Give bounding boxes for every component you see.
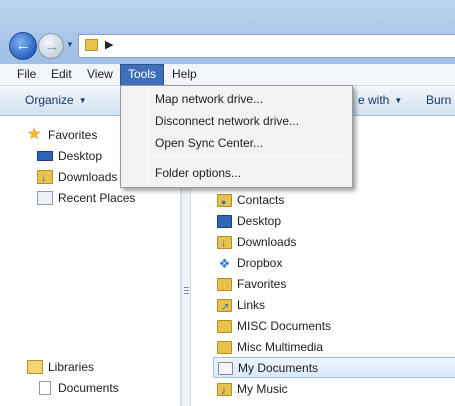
downloads-folder-icon bbox=[37, 168, 53, 188]
menu-item-open-sync-center[interactable]: Open Sync Center... bbox=[123, 132, 350, 154]
list-item-downloads[interactable]: Downloads bbox=[213, 232, 455, 254]
menu-item-label: Disconnect network drive... bbox=[155, 114, 300, 128]
menu-item-label: Folder options... bbox=[155, 166, 242, 180]
forward-button[interactable]: → bbox=[38, 33, 64, 59]
chevron-down-icon: ▼ bbox=[78, 96, 87, 105]
recent-places-icon bbox=[37, 191, 53, 205]
forward-arrow-icon: → bbox=[44, 38, 60, 55]
breadcrumb-chevron-icon[interactable]: ▶ bbox=[105, 38, 113, 51]
folder-icon bbox=[217, 320, 232, 333]
back-arrow-icon: ← bbox=[15, 37, 31, 54]
item-label: My Music bbox=[237, 382, 288, 396]
menu-file[interactable]: File bbox=[10, 64, 43, 86]
list-item-favorites[interactable]: Favorites bbox=[213, 274, 455, 297]
menu-item-folder-options[interactable]: Folder options... bbox=[123, 162, 350, 184]
menu-item-map-network-drive[interactable]: Map network drive... bbox=[123, 88, 350, 110]
back-button[interactable]: ← bbox=[9, 32, 37, 60]
downloads-folder-icon bbox=[217, 233, 232, 254]
tools-menu: Map network drive... Disconnect network … bbox=[120, 85, 353, 188]
window-header: ← → ▼ ▶ bbox=[0, 0, 455, 64]
address-bar[interactable]: ▶ bbox=[78, 34, 455, 58]
nav-label: Downloads bbox=[58, 170, 118, 184]
links-folder-icon bbox=[217, 297, 232, 318]
list-item-links[interactable]: Links bbox=[213, 295, 455, 318]
nav-label: Favorites bbox=[48, 128, 98, 142]
burn-button[interactable]: Burn bbox=[426, 86, 451, 115]
item-label: My Documents bbox=[238, 361, 319, 375]
folder-icon bbox=[85, 39, 98, 51]
nav-label: Recent Places bbox=[58, 191, 136, 205]
folder-icon bbox=[217, 341, 232, 354]
item-label: Favorites bbox=[237, 277, 287, 291]
list-item-my-music[interactable]: My Music bbox=[213, 379, 455, 402]
list-item-my-documents[interactable]: My Documents bbox=[213, 357, 455, 378]
share-with-button[interactable]: e with ▼ bbox=[358, 86, 402, 115]
item-label: Dropbox bbox=[237, 256, 283, 270]
libraries-icon bbox=[27, 360, 43, 374]
item-label: Misc Multimedia bbox=[237, 340, 324, 354]
list-item-misc-documents[interactable]: MISC Documents bbox=[213, 316, 455, 337]
documents-folder-icon bbox=[218, 362, 233, 375]
item-label: Downloads bbox=[237, 235, 297, 249]
item-label: MISC Documents bbox=[237, 319, 332, 333]
nav-label: Libraries bbox=[48, 360, 95, 374]
share-with-label: e with bbox=[358, 93, 390, 107]
menu-item-label: Map network drive... bbox=[155, 92, 264, 106]
menu-item-label: Open Sync Center... bbox=[155, 136, 264, 150]
menu-help[interactable]: Help bbox=[165, 64, 204, 86]
favorites-folder-icon bbox=[217, 276, 232, 297]
menu-bar: File Edit View Tools Help bbox=[0, 64, 455, 86]
list-item-misc-multimedia[interactable]: Misc Multimedia bbox=[213, 337, 455, 358]
contacts-folder-icon bbox=[217, 192, 232, 213]
dropbox-icon: ❖ bbox=[217, 256, 232, 271]
organize-button[interactable]: Organize ▼ bbox=[25, 86, 87, 115]
desktop-icon bbox=[37, 151, 53, 161]
item-label: Contacts bbox=[237, 193, 285, 207]
splitter-grip-icon bbox=[184, 287, 189, 296]
recent-pages-dropdown-icon[interactable]: ▼ bbox=[66, 40, 74, 49]
menu-edit[interactable]: Edit bbox=[44, 64, 79, 86]
menu-view[interactable]: View bbox=[80, 64, 120, 86]
item-label: Desktop bbox=[237, 214, 282, 228]
list-item-desktop[interactable]: Desktop bbox=[213, 211, 455, 232]
menu-separator bbox=[151, 156, 350, 157]
menu-tools[interactable]: Tools bbox=[120, 64, 165, 86]
nav-label: Desktop bbox=[58, 149, 103, 163]
nav-label: Documents bbox=[58, 381, 119, 395]
list-item-contacts[interactable]: Contacts bbox=[213, 190, 455, 213]
documents-library-icon bbox=[39, 381, 51, 395]
organize-label: Organize bbox=[25, 93, 74, 107]
chevron-down-icon: ▼ bbox=[394, 96, 403, 105]
item-label: Links bbox=[237, 298, 266, 312]
star-icon: ★ bbox=[27, 126, 42, 143]
desktop-folder-icon bbox=[217, 215, 232, 228]
menu-item-disconnect-network-drive[interactable]: Disconnect network drive... bbox=[123, 110, 350, 132]
list-item-dropbox[interactable]: ❖ Dropbox bbox=[213, 253, 455, 274]
music-folder-icon bbox=[217, 381, 232, 402]
